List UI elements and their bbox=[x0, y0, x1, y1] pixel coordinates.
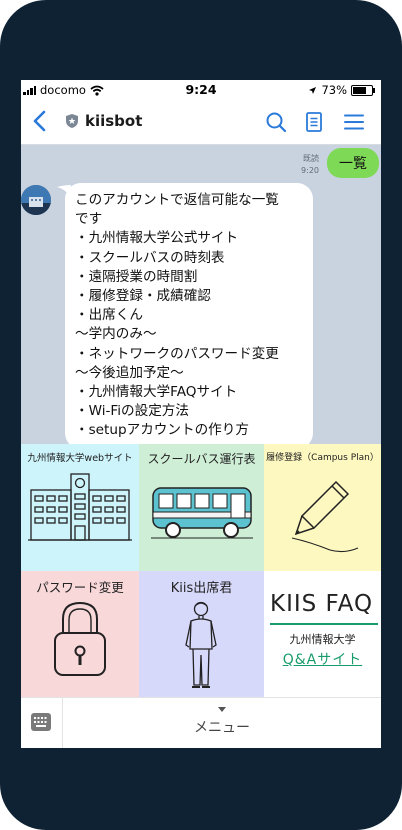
caret-down-icon bbox=[218, 707, 226, 712]
bot-message-line: ・スクールバスの時刻表 bbox=[75, 249, 225, 266]
sent-time: 9:20 bbox=[301, 166, 319, 175]
campus-photo-icon bbox=[21, 185, 51, 215]
read-receipt: 既読 bbox=[303, 154, 319, 163]
tile-course-registration[interactable]: 履修登録（Campus Plan） bbox=[264, 444, 381, 571]
chat-header: kiisbot bbox=[21, 100, 381, 145]
bot-message-line: ・出席くん bbox=[75, 307, 143, 324]
location-arrow-icon bbox=[309, 86, 317, 94]
notes-icon[interactable] bbox=[303, 111, 325, 133]
rich-menu-toggle[interactable]: メニュー bbox=[63, 698, 381, 748]
rich-menu: 九州情報大学webサイト スクールバス運行表 履修登録（Campus Plan）… bbox=[21, 444, 381, 697]
bot-message-bubble[interactable]: このアカウントで返信可能な一覧 です ・九州情報大学公式サイト ・スクールバスの… bbox=[65, 183, 313, 445]
bot-message-line: です bbox=[75, 211, 103, 228]
search-icon[interactable] bbox=[265, 111, 287, 133]
keyboard-icon bbox=[31, 713, 51, 731]
school-building-icon bbox=[28, 473, 132, 541]
tile-password-change[interactable]: パスワード変更 bbox=[21, 571, 139, 697]
padlock-icon bbox=[54, 601, 106, 676]
bot-message-line: ・九州情報大学FAQサイト bbox=[75, 384, 238, 401]
bot-avatar[interactable] bbox=[21, 185, 51, 215]
sent-message-bubble[interactable]: 一覧 bbox=[327, 148, 379, 178]
status-bar: docomo 9:24 73% bbox=[21, 80, 381, 100]
bot-message-line: ・九州情報大学公式サイト bbox=[75, 230, 239, 247]
chat-title: kiisbot bbox=[65, 112, 142, 130]
keyboard-toggle-button[interactable] bbox=[21, 698, 63, 748]
faq-underline bbox=[270, 623, 378, 625]
bot-message-line: ・Wi-Fiの設定方法 bbox=[75, 403, 189, 420]
battery-percent: 73% bbox=[321, 83, 347, 97]
bot-message-line: 〜学内のみ〜 bbox=[75, 326, 157, 343]
pencil-icon bbox=[291, 480, 359, 553]
tile-label: Kiis出席君 bbox=[170, 581, 233, 596]
tile-label: スクールバス運行表 bbox=[147, 452, 256, 466]
bot-message-line: ・ネットワークのパスワード変更 bbox=[75, 345, 279, 362]
tile-university-website[interactable]: 九州情報大学webサイト bbox=[21, 444, 139, 571]
hamburger-menu-icon[interactable] bbox=[343, 111, 365, 133]
tile-label: パスワード変更 bbox=[36, 580, 124, 595]
student-figure-icon bbox=[185, 601, 217, 688]
chat-title-text: kiisbot bbox=[85, 112, 143, 130]
bot-message-line: このアカウントで返信可能な一覧 bbox=[75, 192, 279, 208]
tile-attendance[interactable]: Kiis出席君 bbox=[139, 571, 264, 697]
tile-label: 九州情報大学webサイト bbox=[27, 453, 133, 464]
bus-icon bbox=[151, 487, 253, 539]
bot-message-line: ・遠隔授業の時間割 bbox=[75, 268, 198, 285]
tile-faq-site[interactable]: KIIS FAQ 九州情報大学 Q&Aサイト bbox=[264, 571, 381, 697]
faq-link[interactable]: Q&Aサイト bbox=[264, 649, 381, 669]
menu-label: メニュー bbox=[194, 720, 250, 736]
back-chevron-icon[interactable] bbox=[29, 109, 51, 133]
chat-area[interactable]: 既読 9:20 一覧 このアカウントで返信可能な一覧 です ・九州情報大学公式サ… bbox=[21, 145, 381, 445]
tile-school-bus[interactable]: スクールバス運行表 bbox=[139, 444, 264, 571]
bot-message-line: ・履修登録・成績確認 bbox=[75, 288, 211, 305]
bottom-bar: メニュー bbox=[21, 697, 381, 748]
faq-title: KIIS FAQ bbox=[270, 591, 374, 617]
sent-message-meta: 既読 9:20 bbox=[301, 153, 319, 177]
tile-label: 履修登録（Campus Plan） bbox=[266, 453, 379, 463]
battery-icon bbox=[351, 84, 375, 96]
phone-frame: docomo 9:24 73% kiisbot 既読 9:20 一覧 このアカウ… bbox=[0, 0, 402, 830]
faq-subtitle: 九州情報大学 bbox=[289, 633, 356, 646]
verified-shield-icon bbox=[66, 114, 78, 128]
bot-message-line: ・setupアカウントの作り方 bbox=[75, 422, 249, 439]
bot-message-line: 〜今後追加予定〜 bbox=[75, 364, 184, 381]
screen: docomo 9:24 73% kiisbot 既読 9:20 一覧 このアカウ… bbox=[21, 80, 381, 748]
